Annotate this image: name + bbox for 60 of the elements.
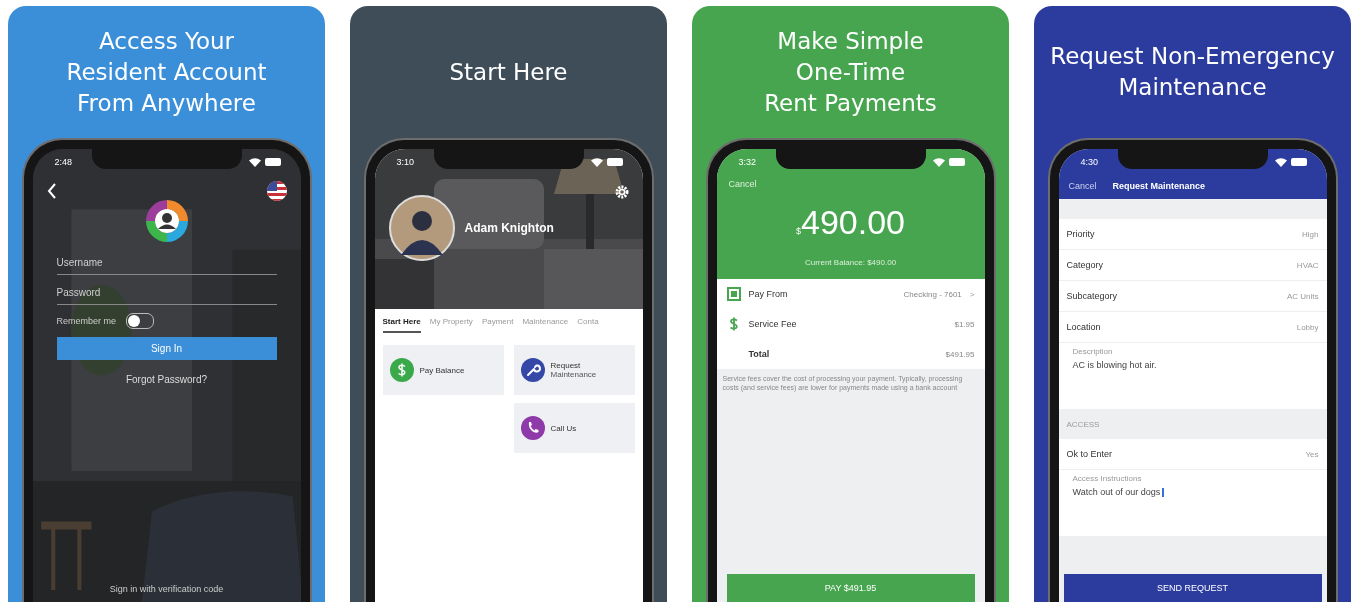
status-time: 2:48: [54, 157, 73, 167]
toggle-switch[interactable]: [126, 313, 154, 329]
form-row[interactable]: Ok to Enter Yes: [1058, 439, 1327, 470]
form-row[interactable]: Category HVAC: [1058, 250, 1327, 281]
action-tile[interactable]: Call Us: [513, 403, 635, 453]
avatar-icon: [388, 195, 455, 261]
headline: Resident Account: [66, 57, 267, 87]
password-field[interactable]: Password: [56, 279, 277, 305]
instructions-field[interactable]: Access Instructions Watch out of our dogs: [1058, 470, 1327, 536]
row-value: $491.95: [945, 349, 975, 359]
form-row[interactable]: Subcategory AC Units: [1058, 281, 1327, 312]
row-label: Total: [748, 349, 771, 359]
tab[interactable]: Start Here: [382, 317, 421, 333]
status-time: 3:10: [396, 157, 415, 167]
headline: One-Time: [795, 57, 906, 87]
wifi-icon: [248, 157, 261, 167]
form-row[interactable]: Location Lobby: [1058, 312, 1327, 343]
headline: Access Your: [98, 26, 235, 56]
tile-title: Request: [550, 361, 582, 370]
remember-label: Remember me: [56, 316, 116, 326]
headline: From Anywhere: [77, 88, 256, 118]
action-tile[interactable]: Request Maintenance: [513, 345, 635, 395]
row-label: Service Fee: [748, 319, 798, 329]
headline: Rent Payments: [764, 88, 937, 118]
tile-title: Pay Balance: [419, 365, 465, 375]
current-balance: Current Balance: $490.00: [804, 258, 897, 267]
row-label: Pay From: [748, 289, 789, 299]
chevron: >: [969, 289, 975, 299]
form-row[interactable]: Priority High: [1058, 219, 1327, 250]
headline: Start Here: [449, 57, 568, 87]
tile-title: Call Us: [550, 423, 577, 433]
tile-subtitle: Maintenance: [550, 370, 597, 379]
battery-icon: [948, 158, 965, 166]
status-time: 4:30: [1080, 157, 1099, 167]
wifi-icon: [932, 157, 945, 167]
send-request-button[interactable]: SEND REQUEST: [1063, 574, 1322, 602]
row-value: $1.95: [954, 319, 975, 329]
battery-icon: [264, 158, 281, 166]
screen-title: Request Maintenance: [1112, 181, 1206, 191]
action-tile[interactable]: Pay Balance: [382, 345, 504, 395]
currency-sign: $: [796, 226, 801, 236]
headline: Make Simple: [777, 26, 924, 56]
headline: Maintenance: [1118, 73, 1267, 102]
battery-icon: [1290, 158, 1307, 166]
amount-value: 490.00: [801, 203, 905, 242]
back-icon[interactable]: [46, 183, 57, 199]
verification-code-link[interactable]: Sign in with verification code: [109, 584, 224, 594]
forgot-password-link[interactable]: Forgot Password?: [125, 374, 208, 385]
wifi-icon: [1274, 157, 1287, 167]
cancel-link[interactable]: Cancel: [1068, 181, 1097, 191]
row-value: Checking - 7601: [903, 289, 962, 299]
battery-icon: [606, 158, 623, 166]
settings-icon[interactable]: [614, 185, 629, 199]
headline: Request Non-Emergency: [1050, 42, 1335, 71]
status-time: 3:32: [738, 157, 757, 167]
profile-name: Adam Knighton: [464, 221, 554, 235]
wifi-icon: [590, 157, 603, 167]
username-field[interactable]: Username: [56, 249, 277, 275]
section-header: ACCESS: [1066, 419, 1100, 429]
description-field[interactable]: Description AC is blowing hot air.: [1058, 343, 1327, 409]
